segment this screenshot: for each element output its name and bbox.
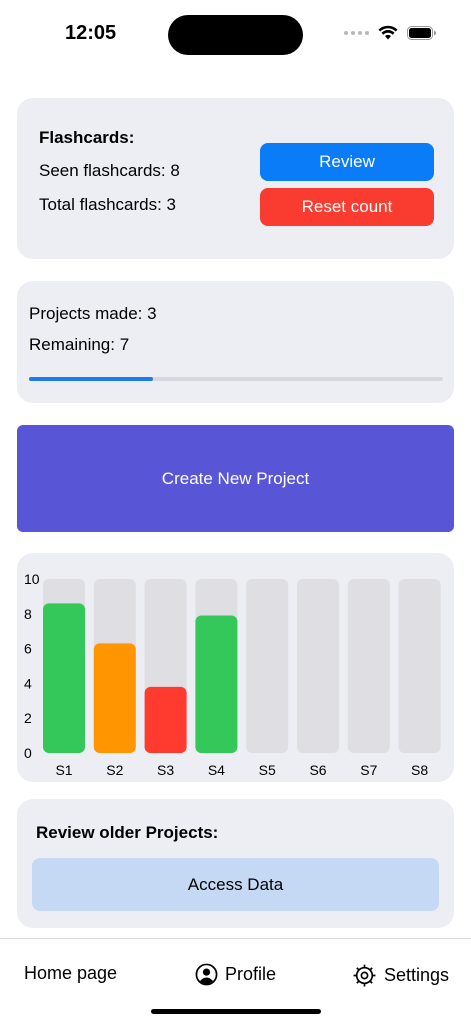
- bar-s4: [195, 615, 238, 753]
- bar-s2: [93, 643, 136, 753]
- access-data-button[interactable]: Access Data: [32, 858, 439, 911]
- signal-icon: [344, 30, 369, 35]
- x-tick-label: S4: [208, 762, 225, 778]
- projects-progress-fill: [29, 377, 154, 381]
- y-tick-label: 10: [24, 571, 40, 587]
- x-tick-label: S3: [157, 762, 174, 778]
- y-tick-label: 0: [24, 745, 32, 761]
- chart-card: 0 2 4 6 8 10 S1 S2 S3 S4 S5 S6 S7 S8: [17, 553, 454, 782]
- tab-settings-label: Settings: [384, 965, 450, 985]
- review-button[interactable]: Review: [260, 143, 434, 181]
- y-tick-label: 4: [24, 675, 32, 691]
- projects-card: Projects made: 3 Remaining: 7: [17, 281, 454, 403]
- bar-track: [297, 579, 339, 753]
- projects-made-text: Projects made: 3: [29, 304, 157, 323]
- x-tick-label: S6: [309, 762, 326, 778]
- bar-chart: 0 2 4 6 8 10 S1 S2 S3 S4 S5 S6 S7 S8: [24, 571, 441, 778]
- tab-profile[interactable]: Profile: [195, 963, 276, 986]
- tab-settings[interactable]: Settings: [352, 963, 449, 988]
- status-time: 12:05: [65, 22, 117, 44]
- bar-track: [246, 579, 289, 753]
- review-older-title: Review older Projects:: [36, 823, 219, 842]
- reset-count-button[interactable]: Reset count: [260, 188, 434, 226]
- remaining-text: Remaining: 7: [29, 335, 130, 354]
- y-tick-label: 2: [24, 710, 32, 726]
- x-tick-label: S2: [106, 762, 123, 778]
- flashcards-card: Flashcards: Seen flashcards: 8 Total fla…: [17, 98, 454, 259]
- total-flashcards-text: Total flashcards: 3: [39, 195, 177, 214]
- x-tick-label: S8: [411, 762, 428, 778]
- create-new-project-button[interactable]: Create New Project: [17, 425, 454, 532]
- wifi-icon: [378, 25, 398, 40]
- battery-icon: [407, 25, 436, 40]
- bar-track: [347, 579, 390, 753]
- flashcards-title: Flashcards:: [39, 128, 135, 147]
- home-indicator: [151, 1009, 321, 1014]
- person-circle-icon: [195, 963, 218, 986]
- dynamic-island: [168, 15, 303, 55]
- status-icons: [344, 25, 437, 40]
- tab-home-page[interactable]: Home page: [24, 963, 117, 984]
- x-tick-label: S5: [259, 762, 276, 778]
- gear-icon: [353, 964, 376, 987]
- x-tick-label: S7: [360, 762, 377, 778]
- y-tick-label: 8: [24, 606, 32, 622]
- seen-flashcards-text: Seen flashcards: 8: [39, 161, 180, 180]
- review-older-card: Review older Projects: Access Data: [17, 799, 454, 928]
- x-tick-label: S1: [55, 762, 72, 778]
- bar-track: [398, 579, 441, 753]
- projects-progress-bar: [29, 377, 443, 381]
- bar-s3: [144, 686, 187, 753]
- y-tick-label: 6: [24, 641, 32, 657]
- tab-profile-label: Profile: [225, 964, 277, 984]
- bar-s1: [43, 603, 85, 753]
- tab-home-label: Home page: [24, 963, 118, 983]
